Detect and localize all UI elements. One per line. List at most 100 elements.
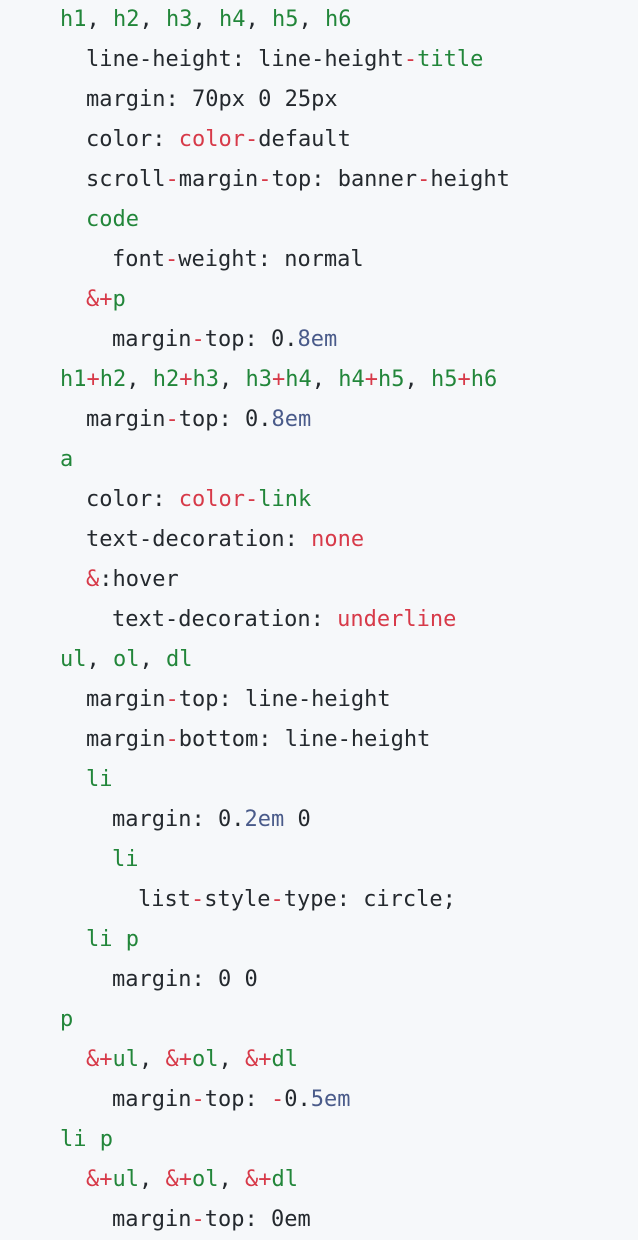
code-token: 2em <box>244 807 285 832</box>
code-line: a <box>60 440 638 480</box>
code-token: - <box>165 167 179 192</box>
code-token: margin <box>86 687 166 712</box>
code-token: , <box>86 7 113 32</box>
code-line: li <box>60 840 638 880</box>
code-line: h1, h2, h3, h4, h5, h6 <box>60 0 638 40</box>
code-token: &+ <box>245 1167 272 1192</box>
code-token: - <box>165 407 179 432</box>
code-token: , <box>126 367 153 392</box>
code-token: link <box>258 487 312 512</box>
code-line: text-decoration: none <box>60 520 638 560</box>
code-token: - <box>244 127 259 152</box>
code-token: dl <box>271 1047 299 1072</box>
code-line: code <box>60 200 638 240</box>
code-token: , <box>311 367 339 392</box>
code-token: color <box>178 487 245 512</box>
code-token: 8em <box>271 407 312 432</box>
code-line: p <box>60 1000 638 1040</box>
code-token: , <box>139 647 166 672</box>
code-token: & <box>86 567 100 592</box>
code-token: + <box>364 367 378 392</box>
code-token: top: banner <box>271 167 418 192</box>
code-token: h1 <box>60 367 87 392</box>
code-token: type: circle; <box>283 887 456 912</box>
code-token: a <box>60 447 74 472</box>
code-token: 0. <box>284 1087 311 1112</box>
code-token: , <box>218 1047 245 1072</box>
code-token: color: <box>86 487 179 512</box>
code-token: margin: 0. <box>112 807 245 832</box>
code-token: margin: 0 0 <box>112 967 258 992</box>
code-token: text-decoration: <box>112 607 338 632</box>
code-token: - <box>164 247 179 272</box>
code-token: default <box>258 127 351 152</box>
code-token: 5em <box>310 1087 351 1112</box>
code-token: + <box>457 367 471 392</box>
code-line: margin-top: 0em <box>60 1200 638 1240</box>
code-token: , <box>245 7 272 32</box>
code-line: margin-bottom: line-height <box>60 720 638 760</box>
code-token: margin <box>112 1207 192 1232</box>
code-token: li p <box>60 1127 113 1152</box>
code-line: li <box>60 760 638 800</box>
code-line: &+ul, &+ol, &+dl <box>60 1160 638 1200</box>
code-token: top: 0. <box>204 327 298 352</box>
code-token: , <box>139 1167 166 1192</box>
code-token: - <box>191 327 205 352</box>
code-token: h3 <box>245 367 273 392</box>
code-token: ol <box>113 647 140 672</box>
code-token: margin <box>112 327 192 352</box>
code-token: - <box>258 167 272 192</box>
code-token: ul <box>60 647 87 672</box>
code-line: margin: 0.2em 0 <box>60 800 638 840</box>
code-token: dl <box>166 647 193 672</box>
code-token: , <box>192 7 219 32</box>
code-token: - <box>270 887 284 912</box>
code-line: ul, ol, dl <box>60 640 638 680</box>
code-token: ul <box>112 1167 140 1192</box>
code-token: , <box>298 7 325 32</box>
code-token: bottom: line-height <box>178 727 431 752</box>
code-line: li p <box>60 920 638 960</box>
code-token: - <box>165 687 179 712</box>
code-token: h4 <box>285 367 312 392</box>
code-token: - <box>270 1087 285 1112</box>
code-token: - <box>165 727 179 752</box>
code-token: , <box>139 7 166 32</box>
code-token: &+ <box>86 1167 113 1192</box>
code-token: + <box>86 367 100 392</box>
code-token: h6 <box>325 7 352 32</box>
code-token: li p <box>86 927 139 952</box>
code-line: scroll-margin-top: banner-height <box>60 160 638 200</box>
code-token: &+ <box>165 1167 193 1192</box>
code-token: ol <box>192 1047 219 1072</box>
code-token: h5 <box>272 7 299 32</box>
code-token: h2 <box>99 367 127 392</box>
code-token: , <box>404 367 431 392</box>
code-token: li <box>86 767 113 792</box>
code-token: margin <box>178 167 259 192</box>
code-token: underline <box>337 607 457 632</box>
code-token: - <box>417 167 431 192</box>
code-token: - <box>191 1087 205 1112</box>
code-token: , <box>218 1167 245 1192</box>
code-token: h1 <box>60 7 87 32</box>
code-token: top: 0em <box>204 1207 311 1232</box>
code-token: margin <box>86 727 166 752</box>
code-line: margin-top: line-height <box>60 680 638 720</box>
code-token: height <box>430 167 510 192</box>
code-token: - <box>403 47 418 72</box>
code-token: top: 0. <box>178 407 272 432</box>
code-token: ol <box>192 1167 219 1192</box>
code-line: &+p <box>60 280 638 320</box>
code-line: h1+h2, h2+h3, h3+h4, h4+h5, h5+h6 <box>60 360 638 400</box>
code-token: p <box>112 287 126 312</box>
code-line: list-style-type: circle; <box>60 880 638 920</box>
code-token: scroll <box>86 167 166 192</box>
code-token: h5 <box>378 367 405 392</box>
page: { "colors": { "background": "#f6f8fa", "… <box>0 0 638 1238</box>
code-token: h2 <box>152 367 180 392</box>
code-token: h4 <box>219 7 246 32</box>
code-line: margin-top: -0.5em <box>60 1080 638 1120</box>
code-token: weight: normal <box>178 247 364 272</box>
